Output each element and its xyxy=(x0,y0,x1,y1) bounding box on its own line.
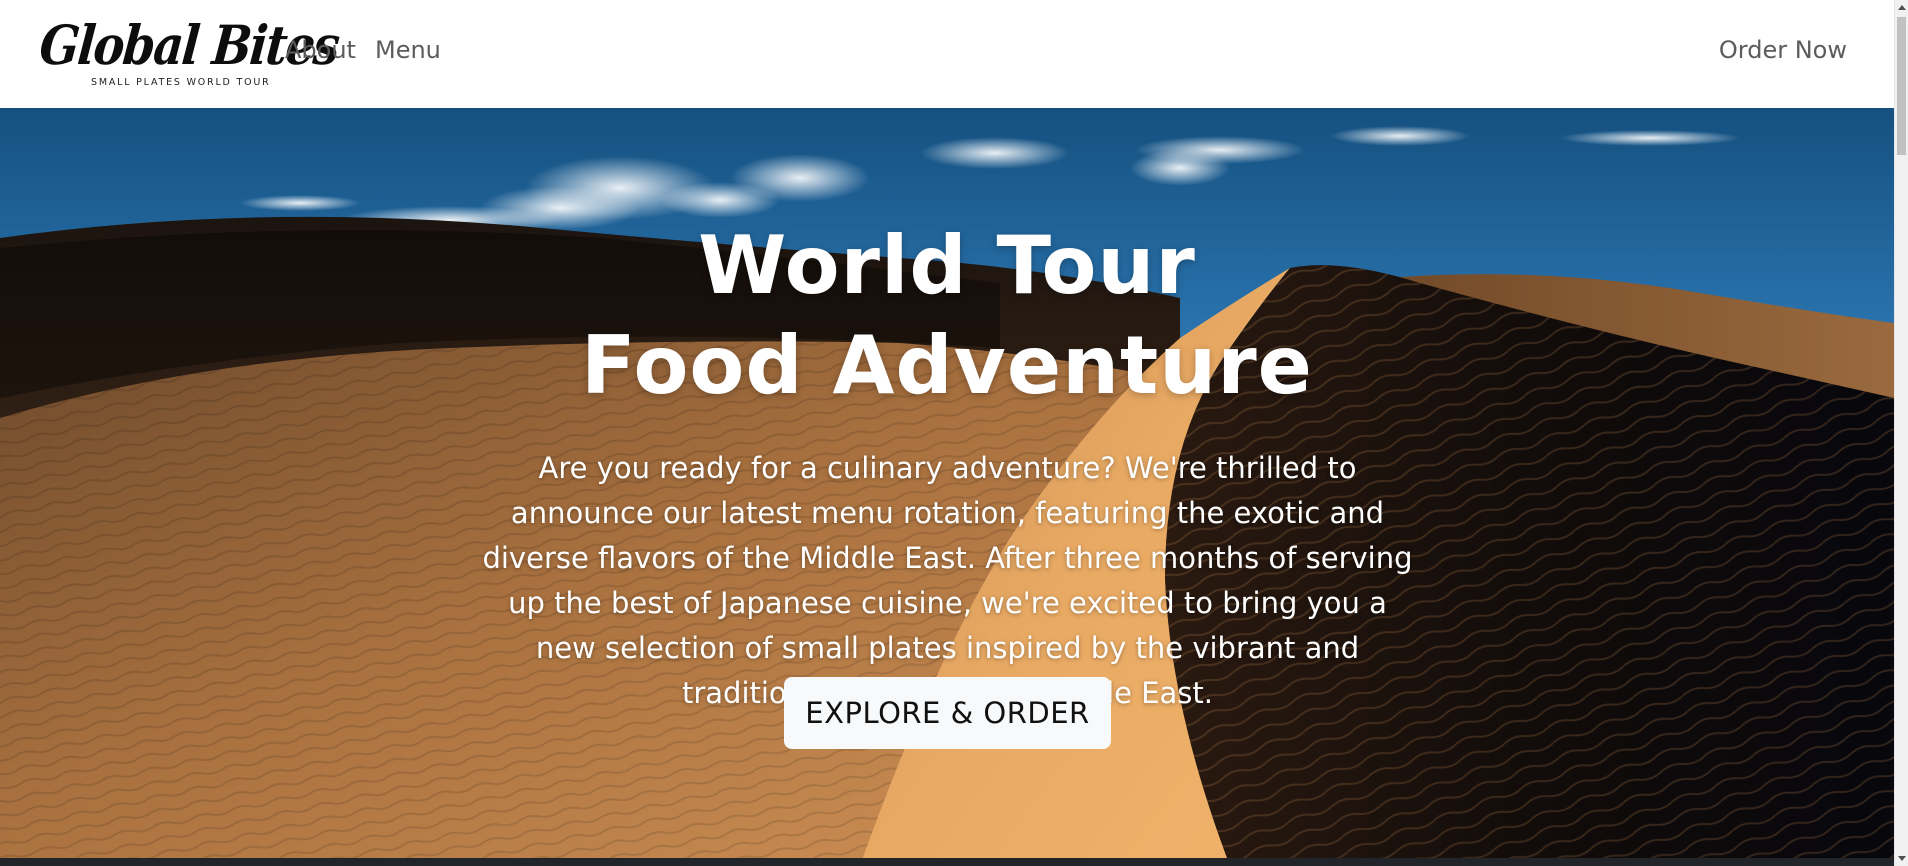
scroll-up-arrow-icon[interactable] xyxy=(1898,5,1906,10)
navbar: Global Bites SMALL PLATES WORLD TOUR Abo… xyxy=(0,0,1894,108)
vertical-scrollbar[interactable] xyxy=(1894,0,1908,866)
hero-title-line-2: Food Adventure xyxy=(581,319,1313,412)
bottom-bar xyxy=(0,858,1894,866)
brand-tagline: SMALL PLATES WORLD TOUR xyxy=(91,77,271,88)
hero-title: World Tour Food Adventure xyxy=(0,216,1894,416)
nav-link-order-now[interactable]: Order Now xyxy=(1719,36,1847,64)
scrollbar-thumb[interactable] xyxy=(1897,17,1906,155)
hero-title-line-1: World Tour xyxy=(698,219,1196,312)
hero-description: Are you ready for a culinary adventure? … xyxy=(482,451,1413,710)
hero-section: World Tour Food Adventure Are you ready … xyxy=(0,108,1894,866)
nav-link-about[interactable]: About xyxy=(285,36,356,64)
hero-content: World Tour Food Adventure Are you ready … xyxy=(0,108,1894,866)
nav-link-menu[interactable]: Menu xyxy=(375,36,441,64)
scroll-down-arrow-icon[interactable] xyxy=(1898,856,1906,861)
explore-order-button[interactable]: EXPLORE & ORDER xyxy=(784,677,1111,749)
brand-logo[interactable]: Global Bites SMALL PLATES WORLD TOUR xyxy=(37,10,341,92)
